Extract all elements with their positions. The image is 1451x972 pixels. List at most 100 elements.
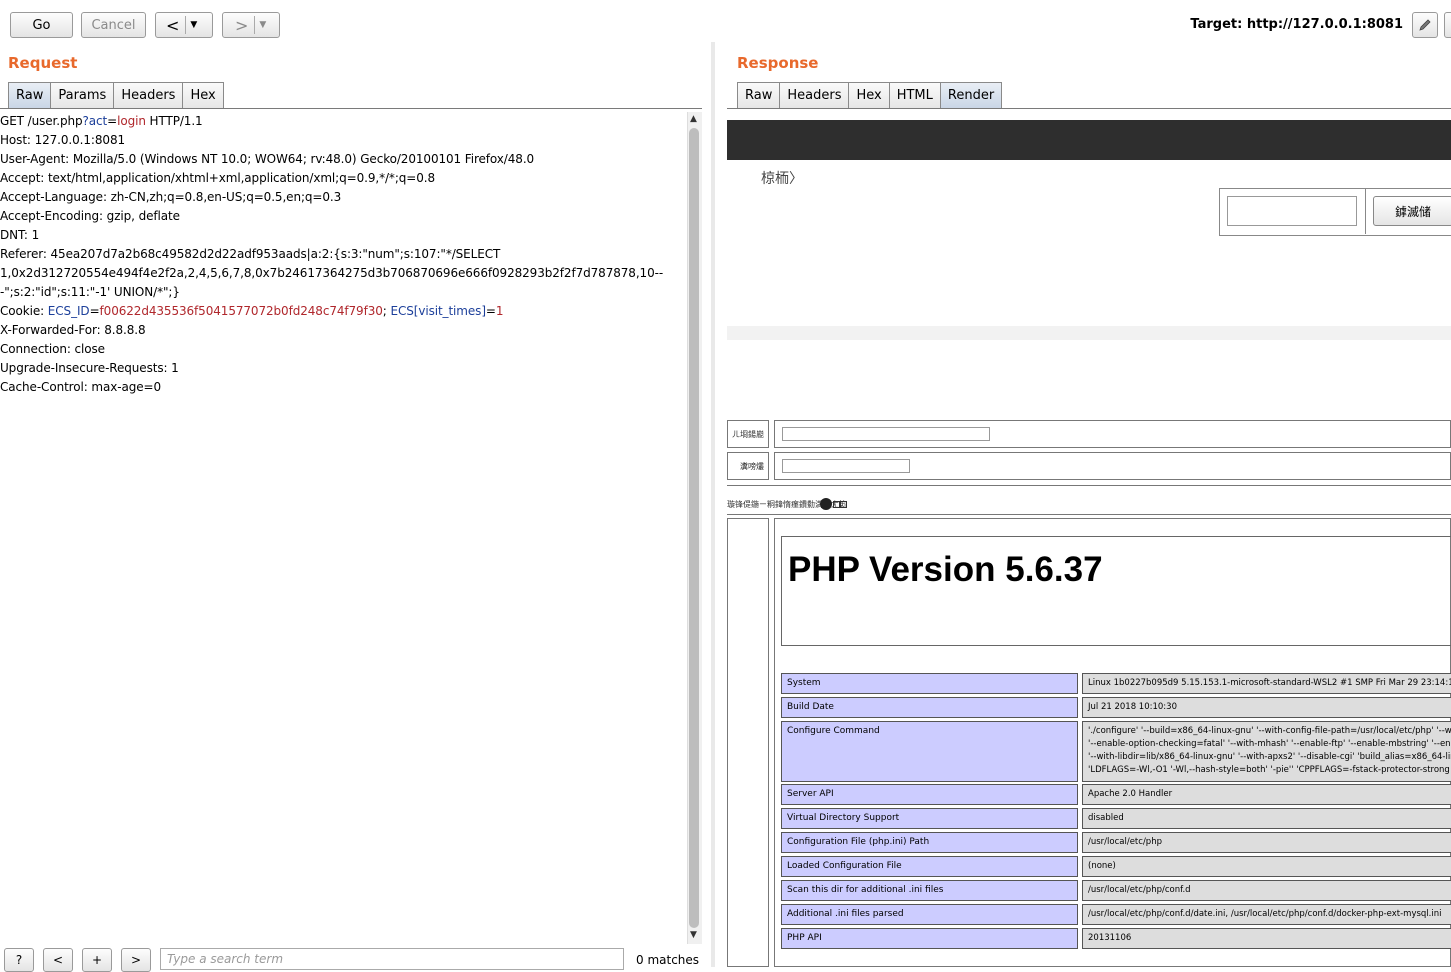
request-line: Upgrade-Insecure-Requests: 1: [0, 359, 687, 378]
help-button[interactable]: ?: [4, 948, 34, 972]
password-input[interactable]: [782, 459, 910, 473]
back-button[interactable]: < ▼: [155, 12, 213, 38]
tab-request-headers[interactable]: Headers: [113, 82, 184, 108]
tab-request-hex[interactable]: Hex: [182, 82, 224, 108]
chevron-left-icon: <: [166, 15, 180, 35]
caret-down-icon[interactable]: ▼: [259, 20, 266, 30]
site-search-input[interactable]: [1227, 196, 1357, 226]
request-token: HTTP/1.1: [145, 114, 203, 128]
search-add-button[interactable]: +: [82, 948, 112, 972]
phpinfo-value: Jul 21 2018 10:10:30: [1082, 697, 1451, 718]
phpinfo-key: Scan this dir for additional .ini files: [781, 880, 1078, 901]
phpinfo-key: Loaded Configuration File: [781, 856, 1078, 877]
phpinfo-row: PHP API 20131106: [781, 928, 1451, 949]
tab-request-params[interactable]: Params: [50, 82, 115, 108]
phpinfo-key: Build Date: [781, 697, 1078, 718]
request-line: 1,0x2d312720554e494f4e2f2a,2,4,5,6,7,8,0…: [0, 264, 687, 283]
request-token: Connection: close: [0, 342, 105, 356]
search-prev-button[interactable]: <: [43, 948, 73, 972]
target-label[interactable]: Target: http://127.0.0.1:8081: [1190, 17, 1403, 32]
request-line: Connection: close: [0, 340, 687, 359]
username-label: ㄦ埛鍚嶏: [727, 420, 769, 448]
request-token: Cookie:: [0, 304, 48, 318]
phpinfo-key: Virtual Directory Support: [781, 808, 1078, 829]
request-line: Accept: text/html,application/xhtml+xml,…: [0, 169, 687, 188]
request-tabs: Raw Params Headers Hex: [8, 82, 224, 108]
caret-down-icon[interactable]: ▼: [190, 20, 197, 30]
request-line: DNT: 1: [0, 226, 687, 245]
cancel-button[interactable]: Cancel: [81, 12, 146, 38]
phpinfo-value-line: (none): [1088, 861, 1116, 871]
phpinfo-key: Configuration File (php.ini) Path: [781, 832, 1078, 853]
phpinfo-value-line: '--enable-option-checking=fatal' '--with…: [1088, 739, 1451, 749]
request-token: login: [117, 114, 146, 128]
tab-request-raw[interactable]: Raw: [8, 82, 52, 108]
go-button[interactable]: Go: [10, 12, 73, 38]
forward-button[interactable]: > ▼: [222, 12, 280, 38]
separator: [254, 16, 256, 34]
edit-target-button[interactable]: [1412, 12, 1438, 38]
request-line: Accept-Language: zh-CN,zh;q=0.8,en-US;q=…: [0, 188, 687, 207]
request-token: Accept: text/html,application/xhtml+xml,…: [0, 171, 436, 185]
scroll-down-icon[interactable]: ▼: [690, 930, 697, 940]
pencil-icon: [1419, 19, 1431, 31]
phpinfo-row: Loaded Configuration File (none): [781, 856, 1451, 877]
request-token: ECS[visit_times]: [390, 304, 486, 318]
request-token: DNT: 1: [0, 228, 40, 242]
phpinfo-value-line: 20131106: [1088, 933, 1132, 943]
response-title: Response: [737, 54, 819, 72]
checkbox-glyph[interactable]: [833, 501, 840, 508]
phpinfo-value: Apache 2.0 Handler: [1082, 784, 1451, 805]
request-line: GET /user.php?act=login HTTP/1.1: [0, 112, 687, 131]
separator: [1365, 188, 1366, 234]
phpinfo-value-line: 'LDFLAGS=-Wl,-O1 '-Wl,--hash-style=both'…: [1088, 765, 1450, 775]
site-header-bar: [727, 120, 1451, 160]
phpinfo-row: Build Date Jul 21 2018 10:10:30: [781, 697, 1451, 718]
phpinfo-key: System: [781, 673, 1078, 694]
request-token: Accept-Language: zh-CN,zh;q=0.8,en-US;q=…: [0, 190, 342, 204]
request-editor[interactable]: GET /user.php?act=login HTTP/1.1 Host: 12…: [0, 112, 687, 944]
request-line: Accept-Encoding: gzip, deflate: [0, 207, 687, 226]
site-search-button[interactable]: 鎼滅储: [1373, 196, 1451, 226]
tab-response-html[interactable]: HTML: [888, 82, 941, 108]
request-token: 1: [495, 304, 504, 318]
phpinfo-row: Virtual Directory Support disabled: [781, 808, 1451, 829]
request-token: Accept-Encoding: gzip, deflate: [0, 209, 180, 223]
phpinfo-row: System Linux 1b0227b095d9 5.15.153.1-micr…: [781, 673, 1451, 694]
request-scrollbar-thumb[interactable]: [689, 128, 699, 928]
request-token: Host: 127.0.0.1:8081: [0, 133, 126, 147]
phpinfo-row: Scan this dir for additional .ini files /…: [781, 880, 1451, 901]
tab-response-hex[interactable]: Hex: [848, 82, 890, 108]
tab-response-raw[interactable]: Raw: [737, 82, 781, 108]
search-next-button[interactable]: >: [121, 948, 151, 972]
request-token: ?act: [82, 114, 108, 128]
phpinfo-row: Configuration File (php.ini) Path/usr/lo…: [781, 832, 1451, 853]
request-token: =: [485, 304, 496, 318]
php-version-heading: PHP Version 5.6.37: [788, 550, 1103, 589]
pane-divider[interactable]: [711, 42, 715, 967]
match-count: 0 matches: [636, 953, 700, 967]
phpinfo-value-line: './configure' '--build=x86_64-linux-gnu'…: [1088, 726, 1451, 736]
phpinfo-value: /usr/local/etc/php: [1082, 832, 1451, 853]
checkbox-glyph[interactable]: [840, 501, 847, 508]
scroll-up-icon[interactable]: ▲: [690, 114, 697, 124]
separator: [185, 16, 187, 34]
tab-underline: [727, 108, 1451, 109]
phpinfo-value: /usr/local/etc/php/conf.d: [1082, 880, 1451, 901]
request-line: Cache-Control: max-age=0: [0, 378, 687, 397]
phpinfo-value-line: disabled: [1088, 813, 1124, 823]
phpinfo-value: 20131106: [1082, 928, 1451, 949]
request-token: Cache-Control: max-age=0: [0, 380, 162, 394]
phpinfo-value: './configure' '--build=x86_64-linux-gnu'…: [1082, 721, 1451, 782]
request-token: =: [89, 304, 100, 318]
request-token: Upgrade-Insecure-Requests: 1: [0, 361, 179, 375]
tab-response-headers[interactable]: Headers: [779, 82, 850, 108]
target-options-button[interactable]: [1444, 12, 1451, 38]
tab-response-render[interactable]: Render: [939, 82, 1003, 108]
phpinfo-row: Configure Command './configure' '--build=…: [781, 721, 1451, 782]
request-token: =: [107, 114, 118, 128]
request-token: GET /user.php: [0, 114, 83, 128]
username-input[interactable]: [782, 427, 990, 441]
phpinfo-row: Additional .ini files parsed/usr/local/e…: [781, 904, 1451, 925]
request-token: User-Agent: Mozilla/5.0 (Windows NT 10.0…: [0, 152, 535, 166]
